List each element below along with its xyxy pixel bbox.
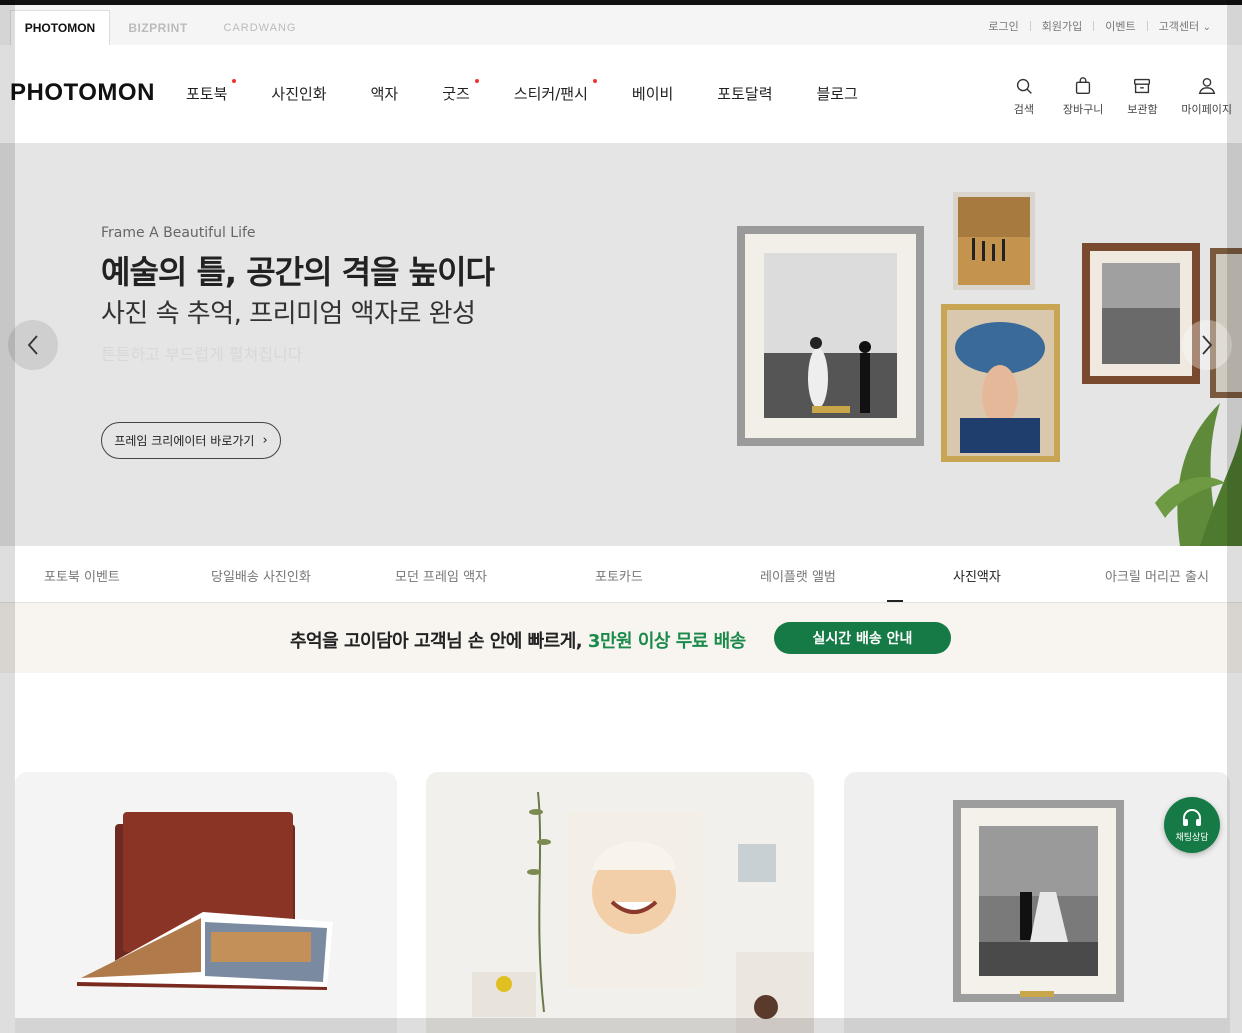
hero-frames-illustration [737,192,1242,546]
nav-item-label: 베이비 [631,85,674,103]
frame-creator-button[interactable]: 프레임 크리에이터 바로가기 › [101,422,281,459]
hero-description: 사진 속 추억, 프리미엄 액자로 완성 [101,299,476,329]
cart-label: 장바구니 [1062,103,1104,116]
search-label: 검색 [1013,103,1035,116]
login-link[interactable]: 로그인 [977,18,1029,34]
hero-subtitle: Frame A Beautiful Life [101,225,256,241]
chevron-down-icon: ⌄ [1202,22,1211,33]
hero-next-button[interactable] [1182,320,1232,370]
category-tab-same-day-print[interactable]: 당일배송 사진인화 [211,566,311,585]
nav-item-frame[interactable]: 액자 [371,83,399,104]
search-button[interactable]: 검색 [1005,75,1043,117]
search-icon [1016,78,1032,94]
nav-item-photo-calendar[interactable]: 포토달력 [717,83,772,104]
signup-link[interactable]: 회원가입 [1031,18,1093,34]
brand-tab-cardwang[interactable]: CARDWANG [210,10,310,45]
category-tab-acrylic-hair-tie[interactable]: 아크릴 머리끈 출시 [1105,566,1209,585]
nav-item-label: 포토달력 [717,85,773,103]
nav-item-label: 굿즈 [442,85,470,103]
nav-item-label: 스티커/팬시 [513,85,588,103]
event-link[interactable]: 이벤트 [1094,18,1146,34]
shopping-bag-icon [1076,77,1091,95]
nav-item-photo-print[interactable]: 사진인화 [271,83,326,104]
archive-button[interactable]: 보관함 [1123,75,1161,117]
category-tab-photocard[interactable]: 포토카드 [595,566,643,585]
category-tab-layflat-album[interactable]: 레이플랫 앨범 [760,566,836,585]
product-card-photobook[interactable] [15,772,397,1033]
archive-box-icon [1134,78,1151,94]
hero-title: 예술의 틀, 공간의 격을 높이다 [101,253,495,291]
shipping-message: 추억을 고이담아 고객님 손 안에 빠르게, [290,631,583,652]
new-dot [592,79,597,83]
customer-center-label: 고객센터 [1158,20,1200,33]
nav-item-photobook[interactable]: 포토북 [186,79,237,104]
active-tab-indicator [887,600,903,602]
main-navigation: 포토북 사진인화 액자 굿즈 스티커/팬시 베이비 포토달력 블로그 [186,79,902,104]
brand-tab-bizprint[interactable]: BIZPRINT [118,10,198,45]
site-logo[interactable]: PHOTOMON [10,79,155,107]
nav-item-label: 포토북 [186,85,228,103]
nav-item-goods[interactable]: 굿즈 [442,79,479,104]
category-tab-photo-frame[interactable]: 사진액자 [953,566,1001,585]
chevron-left-icon [27,335,38,355]
new-dot [474,79,479,83]
brand-tab-photomon[interactable]: PHOTOMON [10,10,110,45]
user-icon [1198,77,1215,95]
product-cards [0,772,1242,1033]
chevron-right-icon: › [262,433,268,448]
mypage-label: 마이페이지 [1181,103,1232,116]
free-shipping-highlight: 3만원 이상 무료 배송 [587,631,746,652]
shipping-text: 추억을 고이담아 고객님 손 안에 빠르게, 3만원 이상 무료 배송 [290,627,746,653]
hero-banner: 튼튼하고 부드럽게 펼쳐집니다 Frame A Beautiful Life 예… [0,143,1242,546]
nav-item-sticker-fancy[interactable]: 스티커/팬시 [513,79,597,104]
nav-item-label: 액자 [370,85,399,103]
customer-center-link[interactable]: 고객센터 ⌄ [1148,18,1222,34]
nav-item-blog[interactable]: 블로그 [817,83,858,104]
frame-creator-label: 프레임 크리에이터 바로가기 [114,434,255,448]
new-dot [232,79,237,83]
mypage-button[interactable]: 마이페이지 [1181,75,1232,117]
shipping-banner: 추억을 고이담아 고객님 손 안에 빠르게, 3만원 이상 무료 배송 실시간 … [0,603,1242,673]
nav-item-label: 사진인화 [271,85,327,103]
photo-print-image [472,791,814,1033]
category-tab-modern-frame[interactable]: 모던 프레임 액자 [395,566,487,585]
category-tabs: 포토북 이벤트 당일배송 사진인화 모던 프레임 액자 포토카드 레이플랫 앨범… [0,546,1242,603]
chevron-right-icon [1202,335,1213,355]
realtime-shipping-button[interactable]: 실시간 배송 안내 [774,622,951,654]
cart-button[interactable]: 장바구니 [1063,75,1103,117]
chat-label: 채팅상담 [1175,832,1209,843]
headset-icon [1183,808,1201,826]
photobook-image [77,812,333,990]
chat-consult-button[interactable]: 채팅상담 [1164,797,1220,853]
product-card-photo-print[interactable] [426,772,814,1033]
site-header: PHOTOMON 포토북 사진인화 액자 굿즈 스티커/팬시 베이비 포토달력 … [0,45,1242,143]
nav-item-baby[interactable]: 베이비 [632,83,673,104]
hero-prev-button[interactable] [8,320,58,370]
nav-item-label: 블로그 [816,85,858,103]
hero-ghost-text: 튼튼하고 부드럽게 펼쳐집니다 [101,345,303,364]
category-tab-photobook-event[interactable]: 포토북 이벤트 [44,566,120,585]
archive-label: 보관함 [1127,103,1158,116]
header-icons: 검색 장바구니 보관함 마이페이지 [985,75,1232,117]
utility-links: 로그인 회원가입 이벤트 고객센터 ⌄ [977,18,1222,34]
